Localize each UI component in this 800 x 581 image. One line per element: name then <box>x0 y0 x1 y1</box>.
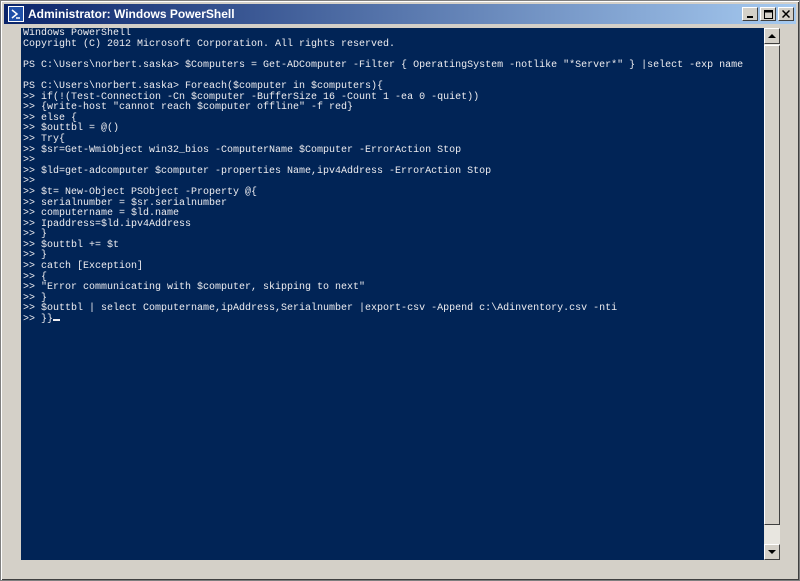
powershell-window: Administrator: Windows PowerShell Window… <box>0 0 800 581</box>
console-line: >> $ld=get-adcomputer $computer -propert… <box>23 165 492 177</box>
console-line: >> serialnumber = $sr.serialnumber <box>23 197 228 209</box>
scroll-up-button[interactable] <box>764 28 780 44</box>
console-line: >> }} <box>23 314 54 326</box>
scroll-down-icon <box>768 550 776 554</box>
console-line: PS C:\Users\norbert.saska> $Computers = … <box>23 59 744 71</box>
console-line: >> $t= New-Object PSObject -Property @{ <box>23 186 258 198</box>
scroll-thumb[interactable] <box>764 45 780 525</box>
console-line: >> {write-host "cannot reach $computer o… <box>23 102 354 114</box>
console-line: Copyright (C) 2012 Microsoft Corporation… <box>23 38 396 50</box>
scroll-down-button[interactable] <box>764 544 780 560</box>
maximize-icon <box>763 9 773 19</box>
console-line: >> <box>23 155 36 167</box>
scroll-up-icon <box>768 34 776 38</box>
console-output[interactable]: Windows PowerShell Copyright (C) 2012 Mi… <box>21 28 764 560</box>
console-line: >> catch [Exception] <box>23 261 144 273</box>
close-button[interactable] <box>778 7 794 21</box>
vertical-scrollbar[interactable] <box>764 28 780 560</box>
console-line: >> $sr=Get-WmiObject win32_bios -Compute… <box>23 144 462 156</box>
text-cursor <box>53 319 61 322</box>
console-line: >> computername = $ld.name <box>23 208 180 220</box>
maximize-button[interactable] <box>760 7 776 21</box>
console-line: >> "Error communicating with $computer, … <box>23 282 366 294</box>
window-controls <box>742 7 794 21</box>
title-bar[interactable]: Administrator: Windows PowerShell <box>4 4 796 24</box>
console-line: >> <box>23 176 36 188</box>
console-line: >> $outtbl = @() <box>23 123 120 135</box>
console-line: PS C:\Users\norbert.saska> Foreach($comp… <box>23 80 384 92</box>
powershell-icon <box>8 6 24 22</box>
console-line: >> { <box>23 271 48 283</box>
console-line: >> } <box>23 229 48 241</box>
console-line: >> } <box>23 250 48 262</box>
console-line: >> Try{ <box>23 133 66 145</box>
console-line: >> $outtbl | select Computername,ipAddre… <box>23 303 618 315</box>
console-line: Windows PowerShell <box>23 28 132 39</box>
minimize-icon <box>747 16 753 18</box>
console-line: >> Ipaddress=$ld.ipv4Address <box>23 218 192 230</box>
console-line: >> if(!(Test-Connection -Cn $computer -B… <box>23 91 480 103</box>
window-title: Administrator: Windows PowerShell <box>28 7 235 21</box>
console-text: Windows PowerShell Copyright (C) 2012 Mi… <box>21 28 764 326</box>
minimize-button[interactable] <box>742 7 758 21</box>
close-icon <box>782 10 790 18</box>
